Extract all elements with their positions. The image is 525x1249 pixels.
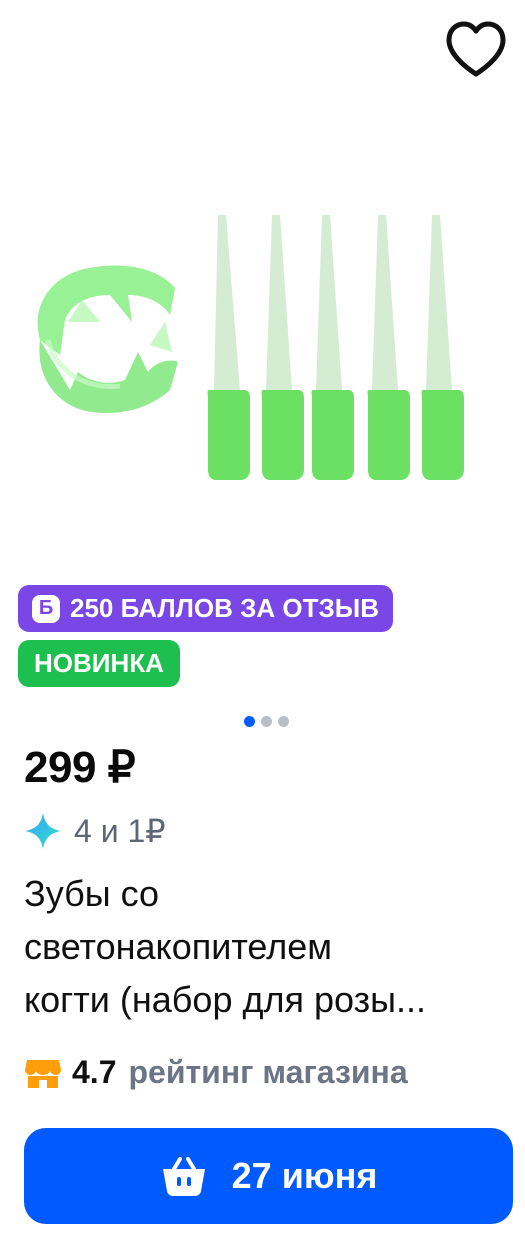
cashback: 4 и 1₽ [24,812,166,850]
add-to-cart-button[interactable]: 27 июня [24,1128,513,1224]
product-image[interactable] [0,90,525,570]
delivery-date-label: 27 июня [231,1155,378,1196]
rating-score: 4.7 [72,1054,117,1090]
new-badge-label: НОВИНКА [34,648,164,678]
image-carousel-indicator [244,716,289,727]
badges: Б 250 БАЛЛОВ ЗА ОТЗЫВ НОВИНКА [18,585,394,687]
points-icon: Б [32,594,60,623]
rating-label: рейтинг магазина [128,1054,408,1090]
points-badge: Б 250 БАЛЛОВ ЗА ОТЗЫВ [18,585,394,632]
carousel-dot [244,716,255,727]
price: 299 ₽ [24,743,136,792]
title-line: светонакопителем [24,926,333,967]
new-badge: НОВИНКА [18,640,180,687]
basket-icon [162,1157,205,1196]
glowing-fangs [37,265,178,414]
shop-rating: 4.7 рейтинг магазина [24,1054,408,1091]
title-line: когти (набор для розы... [24,979,426,1020]
title-line: Зубы со [24,873,160,914]
product-photo [37,215,464,480]
product-title[interactable]: Зубы со светонакопителем когти (набор дл… [24,867,509,1026]
carousel-dot [261,716,272,727]
sparkle-icon [25,813,61,849]
store-icon [25,1059,61,1088]
cashback-text: 4 и 1₽ [74,813,166,849]
heart-icon [446,21,506,77]
favorite-button[interactable] [440,16,512,82]
product-card[interactable]: Б 250 БАЛЛОВ ЗА ОТЗЫВ НОВИНКА 299 ₽ 4 и … [0,0,525,1249]
carousel-dot [278,716,289,727]
glowing-claws [207,215,464,480]
points-badge-label: 250 БАЛЛОВ ЗА ОТЗЫВ [70,593,380,623]
